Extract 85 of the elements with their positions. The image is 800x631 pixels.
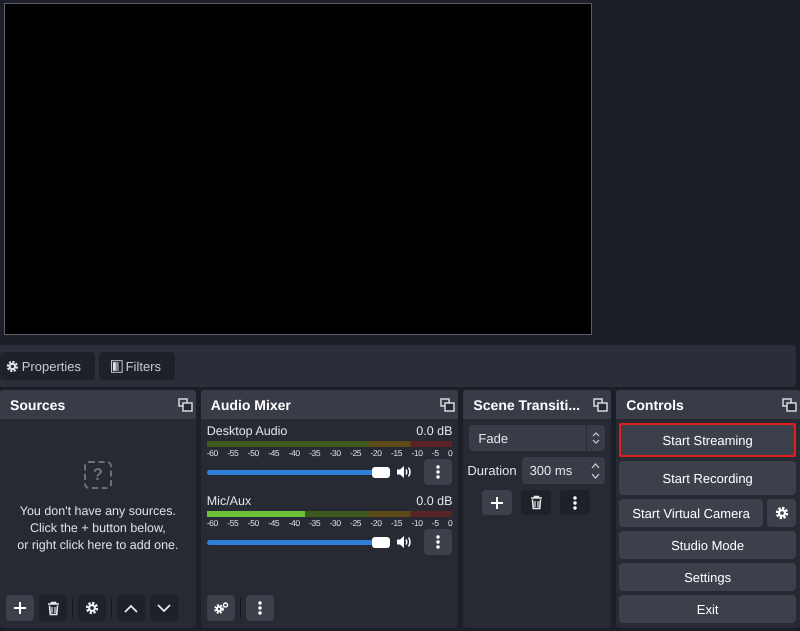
meter-tick-label: -60 [206,447,218,460]
meter-tick-label: -60 [206,517,218,530]
meter-tick-label: -25 [350,517,362,530]
meter-tick-label: -35 [309,447,320,460]
meter-tick-label: -35 [309,517,320,530]
settings-button[interactable] [78,595,106,621]
speaker-icon[interactable] [396,535,412,549]
channel-name: Mic/Aux [206,494,252,510]
volume-reading: 0.0 dB [416,424,452,440]
more-button[interactable] [424,459,452,485]
control-button[interactable]: Start Streaming [619,423,796,457]
meter-tick-label: -20 [370,447,382,460]
gear-icon [85,601,99,615]
more-button[interactable] [424,529,452,555]
trash-icon [530,495,543,510]
add-button[interactable] [482,490,512,515]
move-down-button[interactable] [150,595,178,621]
trash-icon [46,600,60,616]
control-button[interactable]: Settings [619,563,796,591]
empty-message: or right click here to add one. [17,537,178,554]
meter-tick-label: -30 [330,517,341,530]
empty-message: You don't have any sources. [18,503,177,520]
duration-spinbox[interactable]: 300 ms [522,457,606,484]
gear-icon [6,360,19,372]
filters-button[interactable]: Filters [99,352,175,380]
meter-tick-label: -45 [268,517,280,530]
duration-label: Duration [467,463,517,478]
meter-tick-label: -20 [370,517,382,530]
panel-title: Audio Mixer [210,396,291,412]
meter-tick-label: -25 [350,447,362,460]
more-button[interactable] [560,490,590,515]
updown-icon [591,462,600,480]
meter-tick-label: -5 [432,517,439,530]
add-button[interactable] [6,595,34,621]
meter-tick-label: -45 [268,447,280,460]
more-button[interactable] [246,595,274,621]
undock-icon[interactable] [593,398,608,412]
kebab-icon [258,601,262,615]
chevron-down-icon [157,604,171,612]
move-up-button[interactable] [117,595,145,621]
empty-message: Click the + button below, [28,520,167,537]
meter-tick-label: -10 [411,447,423,460]
meter-tick-label: 0 [448,447,452,460]
gear-icon [774,506,788,520]
meter-tick-label: -5 [432,447,439,460]
undock-icon[interactable] [178,398,193,412]
meter-tick-label: -10 [411,517,423,530]
panel-title: Sources [10,396,66,412]
advanced-audio-button[interactable] [206,595,235,621]
properties-button[interactable]: Properties [0,352,95,380]
undock-icon[interactable] [782,398,797,412]
gears-icon [212,602,229,614]
meter-tick-label: -40 [288,447,300,460]
meter-tick-label: -30 [330,447,341,460]
meter-tick-label: -40 [288,517,300,530]
updown-icon [592,431,600,445]
filter-icon [111,360,123,372]
settings-button[interactable] [767,499,796,527]
speaker-icon[interactable] [396,465,412,479]
meter-tick-label: -15 [390,447,402,460]
control-button[interactable]: Exit [619,595,796,623]
control-button[interactable]: Start Virtual Camera [619,499,763,527]
undock-icon[interactable] [440,398,456,412]
meter-tick-label: -50 [248,517,259,530]
remove-button[interactable] [521,490,552,515]
kebab-icon [573,496,578,510]
control-button[interactable]: Studio Mode [619,531,796,559]
question-icon: ? [84,461,112,489]
channel-name: Desktop Audio [206,424,288,440]
chevron-up-icon [124,604,138,612]
meter-tick-label: -55 [227,447,238,460]
volume-reading: 0.0 dB [416,494,452,510]
kebab-icon [436,535,440,549]
panel-title: Scene Transiti... [473,396,580,412]
meter-tick-label: -55 [227,517,238,530]
meter-tick-label: -50 [248,447,259,460]
plus-icon [490,496,504,510]
plus-icon [13,601,27,615]
panel-title: Controls [626,396,684,412]
remove-button[interactable] [39,595,67,621]
kebab-icon [436,465,440,479]
meter-tick-label: 0 [448,517,452,530]
control-button[interactable]: Start Recording [619,461,796,495]
transition-dropdown[interactable]: Fade [469,425,606,451]
meter-tick-label: -15 [390,517,402,530]
